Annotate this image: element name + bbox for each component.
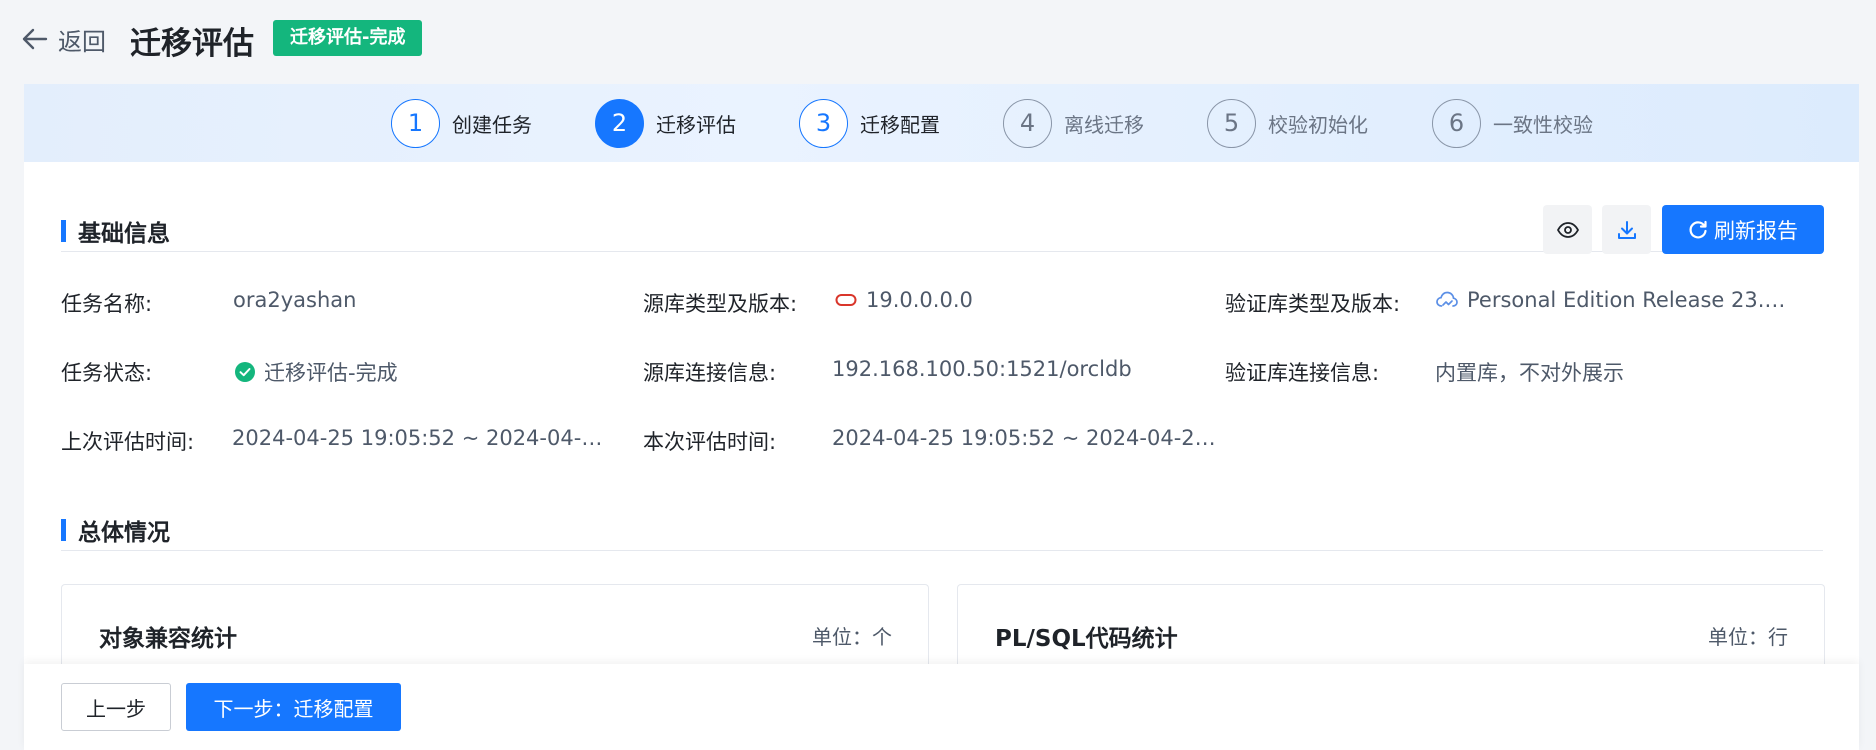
cloud-icon <box>1436 291 1458 307</box>
steps-bar: 1 创建任务 2 迁移评估 3 迁移配置 4 离线迁移 5 校验初始化 6 一致… <box>24 84 1859 162</box>
refresh-icon <box>1689 220 1707 238</box>
task-status-text: 迁移评估-完成 <box>264 361 398 385</box>
section-accent-bar <box>61 519 66 541</box>
download-icon <box>1617 220 1636 239</box>
task-status-label: 任务状态: <box>61 361 153 385</box>
source-type-label: 源库类型及版本: <box>643 292 798 316</box>
verify-type-label: 验证库类型及版本: <box>1225 292 1401 316</box>
step-validation-init[interactable]: 5 校验初始化 <box>1207 98 1368 148</box>
download-button[interactable] <box>1602 205 1651 254</box>
verify-type-text: Personal Edition Release 23.2.1.100 <box>1467 288 1787 312</box>
step-number: 4 <box>1003 98 1052 148</box>
task-name-label: 任务名称: <box>61 292 153 316</box>
card-unit: 单位：行 <box>1708 625 1788 649</box>
source-type-text: 19.0.0.0.0 <box>866 288 973 312</box>
last-eval-time-label: 上次评估时间: <box>61 430 195 454</box>
card-title: PL/SQL代码统计 <box>995 626 1178 652</box>
section-accent-bar <box>61 220 66 242</box>
this-eval-time-label: 本次评估时间: <box>643 430 777 454</box>
step-label: 迁移配置 <box>860 112 940 137</box>
this-eval-time-value: 2024-04-25 19:05:52 ~ 2024-04-25 19:05:5… <box>832 426 1220 450</box>
step-create-task[interactable]: 1 创建任务 <box>391 98 532 148</box>
section-title: 基础信息 <box>78 221 170 247</box>
object-compat-stats-card: 对象兼容统计 单位：个 <box>61 584 929 674</box>
step-label: 迁移评估 <box>656 112 736 137</box>
last-eval-time-value: 2024-04-25 19:05:52 ~ 2024-04-25 19:05:5… <box>232 426 612 450</box>
step-number: 6 <box>1432 98 1481 148</box>
check-circle-icon <box>235 362 255 382</box>
prev-step-button[interactable]: 上一步 <box>61 683 171 731</box>
step-label: 创建任务 <box>452 112 532 137</box>
back-button[interactable]: 返回 <box>22 20 106 58</box>
step-number: 3 <box>799 98 848 148</box>
view-button[interactable] <box>1543 205 1592 254</box>
step-migration-config[interactable]: 3 迁移配置 <box>799 98 940 148</box>
oracle-icon <box>835 294 857 306</box>
next-step-button[interactable]: 下一步：迁移配置 <box>186 683 401 731</box>
step-offline-migration[interactable]: 4 离线迁移 <box>1003 98 1144 148</box>
section-title: 总体情况 <box>78 520 170 546</box>
verify-conn-label: 验证库连接信息: <box>1225 361 1380 385</box>
eye-icon <box>1556 221 1579 238</box>
step-migration-assessment[interactable]: 2 迁移评估 <box>595 98 736 148</box>
card-title: 对象兼容统计 <box>99 626 237 652</box>
top-bar: 返回 迁移评估 迁移评估-完成 <box>0 0 1876 80</box>
source-type-value: 19.0.0.0.0 <box>835 288 1205 312</box>
footer-bar: 上一步 下一步：迁移配置 <box>24 664 1859 750</box>
main-card: 1 创建任务 2 迁移评估 3 迁移配置 4 离线迁移 5 校验初始化 6 一致… <box>24 84 1859 750</box>
step-label: 校验初始化 <box>1268 112 1368 137</box>
verify-type-value: Personal Edition Release 23.2.1.100 <box>1436 288 1804 312</box>
source-conn-value: 192.168.100.50:1521/orcldb <box>832 357 1132 381</box>
task-status-value: 迁移评估-完成 <box>235 357 605 387</box>
page-title: 迁移评估 <box>130 26 254 62</box>
step-number: 5 <box>1207 98 1256 148</box>
source-conn-label: 源库连接信息: <box>643 361 777 385</box>
plsql-code-stats-card: PL/SQL代码统计 单位：行 <box>957 584 1825 674</box>
step-consistency-check[interactable]: 6 一致性校验 <box>1432 98 1593 148</box>
card-unit: 单位：个 <box>812 625 892 649</box>
arrow-left-icon <box>22 28 48 50</box>
verify-conn-value: 内置库，不对外展示 <box>1435 361 1624 385</box>
refresh-label: 刷新报告 <box>1714 218 1798 243</box>
status-badge: 迁移评估-完成 <box>273 20 423 56</box>
task-name-value: ora2yashan <box>233 288 357 312</box>
step-number: 2 <box>595 98 644 148</box>
step-label: 一致性校验 <box>1493 112 1593 137</box>
section-overall: 总体情况 <box>61 511 1823 551</box>
refresh-report-button[interactable]: 刷新报告 <box>1662 205 1824 254</box>
step-number: 1 <box>391 98 440 148</box>
back-label: 返回 <box>58 27 106 56</box>
step-label: 离线迁移 <box>1064 112 1144 137</box>
